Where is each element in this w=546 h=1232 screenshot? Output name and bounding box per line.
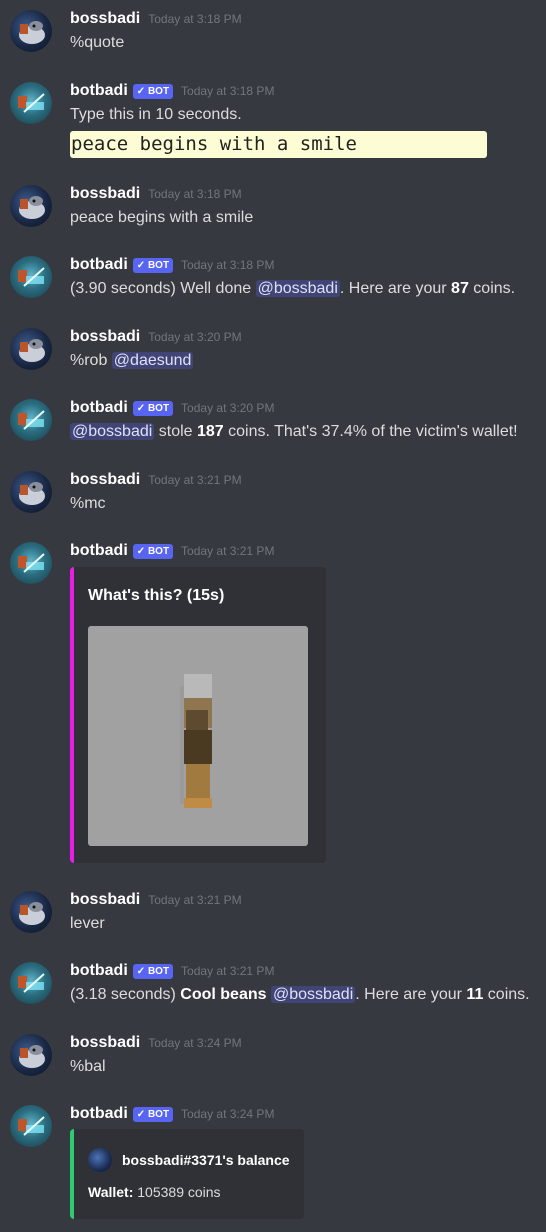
user-mention[interactable]: @bossbadi xyxy=(255,280,340,297)
message-text: Type this in 10 seconds. xyxy=(70,106,242,123)
timestamp: Today at 3:21 PM xyxy=(181,964,275,978)
message-text: %bal xyxy=(70,1058,106,1075)
raccoon-avatar-icon xyxy=(19,482,45,505)
username[interactable]: botbadi xyxy=(70,962,128,979)
raccoon-avatar-icon xyxy=(19,196,45,219)
username[interactable]: botbadi xyxy=(70,256,128,273)
bot-avatar[interactable] xyxy=(10,1105,52,1147)
user-mention[interactable]: @daesund xyxy=(111,352,194,369)
raccoon-avatar-icon xyxy=(19,21,45,44)
message-10: botbadi ✓ BOT Today at 3:21 PM (3.18 secon… xyxy=(0,962,546,1006)
bot-badge: ✓ BOT xyxy=(132,400,174,416)
embed-accent-bar xyxy=(70,1129,74,1219)
timestamp: Today at 3:20 PM xyxy=(148,330,242,344)
bot-avatar-icon xyxy=(18,973,45,993)
minecraft-lever-icon xyxy=(180,674,212,808)
username[interactable]: botbadi xyxy=(70,1105,128,1122)
message-9: bossbadi Today at 3:21 PM lever xyxy=(0,891,546,935)
quote-code-line: peace begins with a smile xyxy=(70,131,487,158)
timestamp: Today at 3:21 PM xyxy=(148,473,242,487)
message-text: (3.90 seconds) Well done @bossbadi. Here… xyxy=(70,280,516,297)
username[interactable]: bossbadi xyxy=(70,891,140,908)
bot-badge: ✓ BOT xyxy=(132,963,174,979)
username[interactable]: botbadi xyxy=(70,399,128,416)
quiz-embed: What's this? (15s) xyxy=(70,567,326,863)
username[interactable]: bossbadi xyxy=(70,185,140,202)
message-text: lever xyxy=(70,915,105,932)
username[interactable]: botbadi xyxy=(70,542,128,559)
user-avatar[interactable] xyxy=(10,891,52,933)
embed-accent-bar xyxy=(70,567,74,863)
message-3: bossbadi Today at 3:18 PM peace begins wi… xyxy=(0,185,546,229)
bot-badge: ✓ BOT xyxy=(132,543,174,559)
username[interactable]: bossbadi xyxy=(70,1034,140,1051)
raccoon-avatar-icon xyxy=(19,339,45,362)
raccoon-avatar-icon xyxy=(19,902,45,925)
embed-author-name: bossbadi#3371's balance xyxy=(122,1152,290,1168)
timestamp: Today at 3:24 PM xyxy=(181,1107,275,1121)
wallet-field: Wallet: 105389 coins xyxy=(88,1184,221,1200)
bot-badge: ✓ BOT xyxy=(132,1106,174,1122)
message-text: %quote xyxy=(70,34,125,51)
bot-avatar-icon xyxy=(18,410,45,430)
bot-badge: ✓ BOT xyxy=(132,83,174,99)
message-text: %mc xyxy=(70,495,106,512)
timestamp: Today at 3:18 PM xyxy=(181,84,275,98)
timestamp: Today at 3:18 PM xyxy=(148,12,242,26)
timestamp: Today at 3:21 PM xyxy=(181,544,275,558)
embed-author-avatar-icon xyxy=(88,1148,112,1172)
bot-avatar[interactable] xyxy=(10,256,52,298)
user-avatar[interactable] xyxy=(10,471,52,513)
timestamp: Today at 3:21 PM xyxy=(148,893,242,907)
user-mention[interactable]: @bossbadi xyxy=(270,986,356,1003)
message-text: peace begins with a smile xyxy=(70,209,254,226)
bot-avatar[interactable] xyxy=(10,399,52,441)
user-avatar[interactable] xyxy=(10,185,52,227)
bot-avatar-icon xyxy=(18,93,45,113)
message-12: botbadi ✓ BOT Today at 3:24 PM bossbadi#33… xyxy=(0,1105,546,1221)
message-11: bossbadi Today at 3:24 PM %bal xyxy=(0,1034,546,1078)
balance-embed: bossbadi#3371's balance Wallet: 105389 c… xyxy=(70,1129,304,1219)
timestamp: Today at 3:18 PM xyxy=(148,187,242,201)
message-2: botbadi ✓ BOT Today at 3:18 PM Type this i… xyxy=(0,82,546,162)
message-7: bossbadi Today at 3:21 PM %mc xyxy=(0,471,546,515)
bot-avatar[interactable] xyxy=(10,962,52,1004)
embed-title: What's this? (15s) xyxy=(88,587,225,604)
message-6: botbadi ✓ BOT Today at 3:20 PM @bossbadi s… xyxy=(0,399,546,443)
timestamp: Today at 3:24 PM xyxy=(148,1036,242,1050)
raccoon-avatar-icon xyxy=(19,1045,45,1068)
timestamp: Today at 3:20 PM xyxy=(181,401,275,415)
bot-badge: ✓ BOT xyxy=(132,257,174,273)
message-8: botbadi ✓ BOT Today at 3:21 PM What's this… xyxy=(0,542,546,864)
message-4: botbadi ✓ BOT Today at 3:18 PM (3.90 secon… xyxy=(0,256,546,300)
bot-avatar-icon xyxy=(18,267,45,287)
user-avatar[interactable] xyxy=(10,10,52,52)
timestamp: Today at 3:18 PM xyxy=(181,258,275,272)
message-5: bossbadi Today at 3:20 PM %rob @daesund xyxy=(0,328,546,372)
user-avatar[interactable] xyxy=(10,328,52,370)
username[interactable]: bossbadi xyxy=(70,10,140,27)
bot-avatar[interactable] xyxy=(10,542,52,584)
user-mention[interactable]: @bossbadi xyxy=(70,423,155,440)
message-text: %rob @daesund xyxy=(70,352,194,369)
bot-avatar-icon xyxy=(18,553,45,573)
message-text: @bossbadi stole 187 coins. That's 37.4% … xyxy=(70,423,518,440)
bot-avatar-icon xyxy=(18,1116,45,1136)
embed-image[interactable] xyxy=(88,626,308,846)
bot-avatar[interactable] xyxy=(10,82,52,124)
user-avatar[interactable] xyxy=(10,1034,52,1076)
message-1: bossbadi Today at 3:18 PM %quote xyxy=(0,10,546,54)
username[interactable]: bossbadi xyxy=(70,471,140,488)
username[interactable]: botbadi xyxy=(70,82,128,99)
username[interactable]: bossbadi xyxy=(70,328,140,345)
message-text: (3.18 seconds) Cool beans @bossbadi. Her… xyxy=(70,986,530,1003)
